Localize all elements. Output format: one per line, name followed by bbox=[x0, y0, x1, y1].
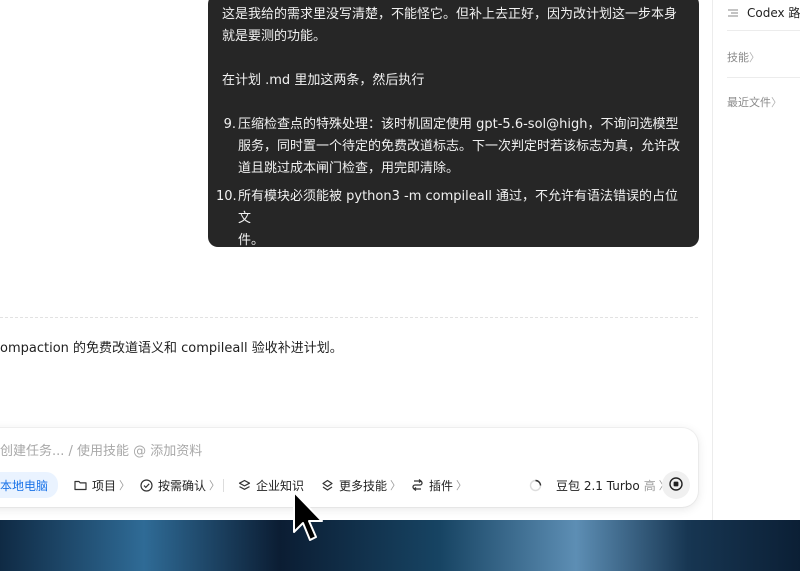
plugins-button[interactable]: 插件 〉 bbox=[410, 472, 467, 498]
chevron-right-icon: 〉 bbox=[456, 479, 468, 492]
chevron-right-icon: 〉 bbox=[749, 51, 760, 64]
toolbar-separator bbox=[223, 479, 224, 492]
list-text: 压缩检查点的特殊处理：该时机固定使用 gpt-5.6-sol@high，不询问选… bbox=[238, 117, 679, 132]
more-skills-button[interactable]: 更多技能 〉 bbox=[320, 472, 401, 498]
list-text: 件。 bbox=[238, 233, 265, 248]
chevron-right-icon: 〉 bbox=[390, 479, 402, 492]
user-message-bubble: 这是我给的需求里没写清楚，不能怪它。但补上去正好，因为改计划这一步本身 就是要测… bbox=[208, 0, 699, 248]
panel-item-label: 最近文件 bbox=[727, 96, 771, 109]
folder-icon bbox=[73, 478, 87, 492]
panel-header[interactable]: Codex 路 bbox=[727, 4, 800, 21]
composer-toolbar: 本地电脑 项目 〉 按需确认 〉 企业知识 更多技能 〉 插件 〉 豆包 2.1… bbox=[0, 471, 698, 499]
list-item: 9. 压缩检查点的特殊处理：该时机固定使用 gpt-5.6-sol@high，不… bbox=[222, 114, 685, 180]
app-window: 这是我给的需求里没写清楚，不能怪它。但补上去正好，因为改计划这一步本身 就是要测… bbox=[0, 0, 800, 520]
panel-divider bbox=[727, 30, 800, 31]
chip-label: 本地电脑 bbox=[0, 478, 49, 493]
message-line: 这是我给的需求里没写清楚，不能怪它。但补上去正好，因为改计划这一步本身 bbox=[222, 7, 678, 22]
chevron-right-icon: 〉 bbox=[771, 96, 782, 109]
message-instruction: 在计划 .md 里加这两条，然后执行 bbox=[222, 73, 425, 88]
message-line: 就是要测的功能。 bbox=[222, 29, 327, 44]
panel-title: Codex 路 bbox=[747, 6, 800, 20]
layers-icon bbox=[237, 478, 251, 492]
panel-item-skills[interactable]: 技能〉 bbox=[727, 49, 760, 65]
composer: 创建任务... / 使用技能 @ 添加资料 本地电脑 项目 〉 按需确认 〉 企… bbox=[0, 428, 698, 507]
desktop-wallpaper bbox=[0, 520, 800, 571]
plugin-icon bbox=[410, 478, 424, 492]
message-list: 9. 压缩检查点的特殊处理：该时机固定使用 gpt-5.6-sol@high，不… bbox=[216, 114, 685, 252]
check-circle-icon bbox=[139, 478, 153, 492]
list-number: 9. bbox=[223, 117, 236, 132]
model-selector[interactable]: 豆包 2.1 Turbo 高 〉 bbox=[528, 472, 670, 498]
chip-label: 更多技能 bbox=[339, 478, 388, 493]
chip-label: 插件 bbox=[429, 478, 454, 493]
mouse-cursor-icon bbox=[293, 491, 323, 541]
list-text: 服务，同时置一个待定的免费改道标志。下一次判定时若该标志为真，允许改 bbox=[238, 139, 681, 154]
stop-icon bbox=[669, 476, 683, 495]
list-text: 道且跳过成本闸门检查，用完即清除。 bbox=[238, 161, 460, 176]
spinner-icon bbox=[528, 478, 542, 492]
stop-button[interactable] bbox=[662, 471, 690, 499]
chip-label: 项目 bbox=[92, 478, 117, 493]
confirm-mode-button[interactable]: 按需确认 〉 bbox=[139, 472, 220, 498]
local-computer-chip[interactable]: 本地电脑 bbox=[0, 472, 59, 498]
task-input[interactable]: 创建任务... / 使用技能 @ 添加资料 bbox=[0, 440, 202, 459]
panel-item-recent-files[interactable]: 最近文件〉 bbox=[727, 94, 782, 110]
assistant-reply: ompaction 的免费改道语义和 compileall 验收补进计划。 bbox=[0, 341, 343, 356]
right-panel: Codex 路 技能〉 最近文件〉 bbox=[712, 0, 800, 520]
model-level: 高 bbox=[643, 478, 656, 493]
list-number: 10. bbox=[216, 189, 237, 204]
list-item: 10. 所有模块必须能被 python3 -m compileall 通过，不允… bbox=[216, 186, 685, 252]
chevron-right-icon: 〉 bbox=[119, 479, 131, 492]
list-text: 所有模块必须能被 python3 -m compileall 通过，不允许有语法… bbox=[238, 189, 679, 226]
chevron-right-icon: 〉 bbox=[209, 479, 221, 492]
project-button[interactable]: 项目 〉 bbox=[73, 472, 130, 498]
chip-label: 按需确认 bbox=[158, 478, 207, 493]
panel-divider bbox=[727, 77, 800, 78]
panel-item-label: 技能 bbox=[727, 51, 749, 64]
list-icon bbox=[727, 7, 739, 19]
model-name: 豆包 2.1 Turbo bbox=[556, 478, 640, 493]
chat-area: 这是我给的需求里没写清楚，不能怪它。但补上去正好，因为改计划这一步本身 就是要测… bbox=[0, 0, 712, 520]
message-divider bbox=[0, 317, 698, 318]
